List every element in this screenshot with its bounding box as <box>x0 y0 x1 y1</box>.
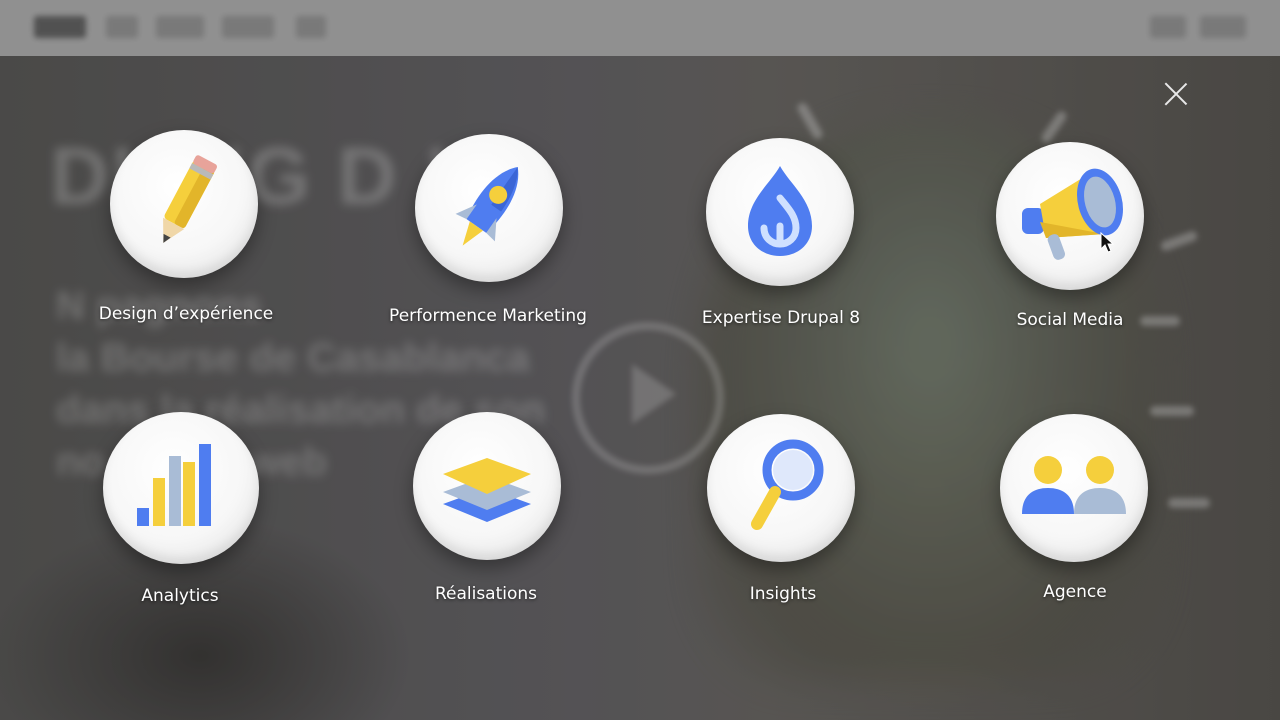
menu-item-performance-marketing[interactable]: Performence Marketing <box>388 134 588 344</box>
close-icon[interactable] <box>1162 80 1190 108</box>
menu-item-agence[interactable]: Agence <box>975 414 1175 624</box>
menu-item-label: Insights <box>749 584 817 604</box>
megaphone-icon <box>1022 168 1124 260</box>
pencil-icon <box>163 155 218 243</box>
menu-item-realisations[interactable]: Réalisations <box>386 412 586 622</box>
menu-item-drupal[interactable]: Expertise Drupal 8 <box>681 138 881 348</box>
menu-item-design[interactable]: Design d’expérience <box>86 130 286 340</box>
menu-item-label: Design d’expérience <box>98 304 274 324</box>
menu-item-insights[interactable]: Insights <box>683 414 883 624</box>
menu-item-label: Expertise Drupal 8 <box>701 308 861 328</box>
magnifier-icon <box>751 439 824 530</box>
drupal-drop-icon <box>748 166 812 256</box>
menu-item-analytics[interactable]: Analytics <box>80 412 280 622</box>
menu-item-social-media[interactable]: Social Media <box>970 142 1170 352</box>
menu-item-label: Agence <box>1043 582 1107 602</box>
layers-icon <box>443 458 531 522</box>
menu-item-label: Analytics <box>141 586 219 606</box>
menu-item-label: Réalisations <box>434 584 538 604</box>
bar-chart-icon <box>137 444 211 526</box>
users-icon <box>1022 456 1126 514</box>
menu-item-label: Performence Marketing <box>389 306 587 326</box>
mouse-cursor-icon <box>1100 232 1114 253</box>
menu-item-label: Social Media <box>1016 310 1124 330</box>
rocket-icon <box>455 167 519 246</box>
